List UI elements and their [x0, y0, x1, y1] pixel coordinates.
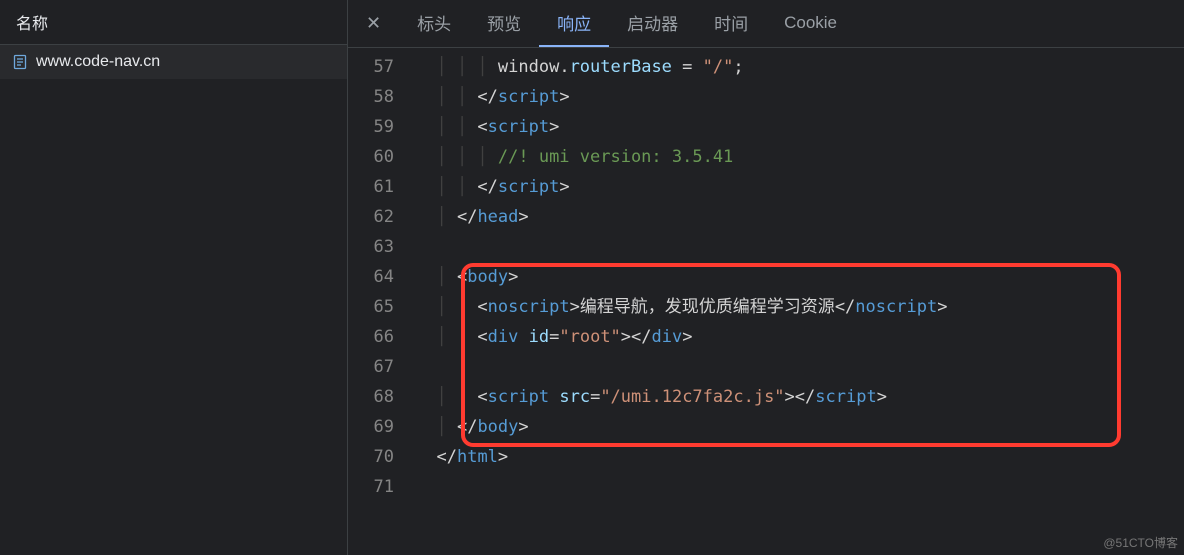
code-line: 71 — [348, 472, 1184, 502]
main-panel: ✕ 标头 预览 响应 启动器 时间 Cookie 57 │ │ │ window… — [348, 0, 1184, 555]
line-number: 57 — [348, 52, 416, 82]
line-number: 66 — [348, 322, 416, 352]
tabs-bar: ✕ 标头 预览 响应 启动器 时间 Cookie — [348, 0, 1184, 48]
line-content: │ │ </script> — [416, 82, 1184, 112]
code-line: 70 </html> — [348, 442, 1184, 472]
code-line: 66 │ │ <div id="root"></div> — [348, 322, 1184, 352]
network-sidebar: 名称 www.code-nav.cn — [0, 0, 348, 555]
line-number: 71 — [348, 472, 416, 502]
code-line: 57 │ │ │ window.routerBase = "/"; — [348, 52, 1184, 82]
line-number: 60 — [348, 142, 416, 172]
line-number: 62 — [348, 202, 416, 232]
tab-cookies[interactable]: Cookie — [766, 3, 855, 45]
close-button[interactable]: ✕ — [348, 3, 399, 44]
sidebar-item[interactable]: www.code-nav.cn — [0, 45, 347, 79]
watermark: @51CTO博客 — [1103, 534, 1178, 551]
line-content: │ │ <script> — [416, 112, 1184, 142]
code-area[interactable]: 57 │ │ │ window.routerBase = "/";58 │ │ … — [348, 48, 1184, 555]
line-content: │ </head> — [416, 202, 1184, 232]
line-content — [416, 352, 1184, 382]
line-content: </html> — [416, 442, 1184, 472]
tab-response[interactable]: 响应 — [539, 0, 609, 47]
line-number: 59 — [348, 112, 416, 142]
code-line: 61 │ │ </script> — [348, 172, 1184, 202]
line-number: 65 — [348, 292, 416, 322]
line-number: 69 — [348, 412, 416, 442]
sidebar-header: 名称 — [0, 0, 347, 45]
line-number: 58 — [348, 82, 416, 112]
code-line: 68 │ │ <script src="/umi.12c7fa2c.js"></… — [348, 382, 1184, 412]
code-line: 62 │ </head> — [348, 202, 1184, 232]
line-number: 70 — [348, 442, 416, 472]
line-content — [416, 472, 1184, 502]
tab-timing[interactable]: 时间 — [696, 0, 766, 47]
sidebar-item-label: www.code-nav.cn — [36, 53, 160, 71]
line-number: 68 — [348, 382, 416, 412]
line-content: │ │ │ window.routerBase = "/"; — [416, 52, 1184, 82]
code-line: 69 │ </body> — [348, 412, 1184, 442]
line-content: │ │ </script> — [416, 172, 1184, 202]
code-line: 64 │ <body> — [348, 262, 1184, 292]
line-number: 63 — [348, 232, 416, 262]
code-line: 65 │ │ <noscript>编程导航，发现优质编程学习资源</noscri… — [348, 292, 1184, 322]
code-line: 63 — [348, 232, 1184, 262]
code-line: 67 — [348, 352, 1184, 382]
line-content: │ </body> — [416, 412, 1184, 442]
line-number: 61 — [348, 172, 416, 202]
line-content — [416, 232, 1184, 262]
sidebar-list: www.code-nav.cn — [0, 45, 347, 555]
line-content: │ <body> — [416, 262, 1184, 292]
line-content: │ │ <script src="/umi.12c7fa2c.js"></scr… — [416, 382, 1184, 412]
line-content: │ │ │ //! umi version: 3.5.41 — [416, 142, 1184, 172]
tab-headers[interactable]: 标头 — [399, 0, 469, 47]
line-content: │ │ <noscript>编程导航，发现优质编程学习资源</noscript> — [416, 292, 1184, 322]
line-number: 64 — [348, 262, 416, 292]
document-icon — [12, 54, 28, 70]
code-line: 58 │ │ </script> — [348, 82, 1184, 112]
code-line: 60 │ │ │ //! umi version: 3.5.41 — [348, 142, 1184, 172]
tab-preview[interactable]: 预览 — [469, 0, 539, 47]
line-number: 67 — [348, 352, 416, 382]
line-content: │ │ <div id="root"></div> — [416, 322, 1184, 352]
tab-initiator[interactable]: 启动器 — [609, 0, 696, 47]
code-line: 59 │ │ <script> — [348, 112, 1184, 142]
